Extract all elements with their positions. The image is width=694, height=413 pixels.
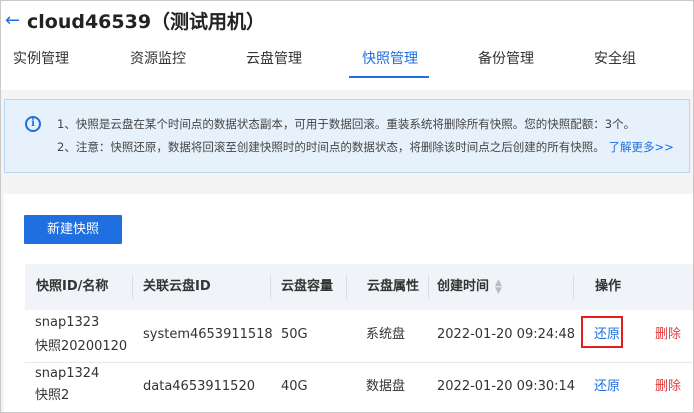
page-title: cloud46539（测试用机） bbox=[27, 11, 266, 33]
notice-line-1: 1、快照是云盘在某个时间点的数据状态副本，可用于数据回滚。重装系统将删除所有快照… bbox=[57, 117, 636, 131]
disk-attribute: 系统盘 bbox=[366, 327, 406, 342]
table-row: snap1323 快照20200120 system4653911518 50G… bbox=[25, 310, 693, 363]
tab-bar: 实例管理 资源监控 云盘管理 快照管理 备份管理 安全组 bbox=[1, 45, 693, 78]
disk-attribute: 数据盘 bbox=[366, 379, 406, 394]
snapshot-id: snap1323 bbox=[35, 315, 100, 330]
create-snapshot-button[interactable]: 新建快照 bbox=[24, 215, 122, 244]
tab-security-group[interactable]: 安全组 bbox=[594, 45, 636, 78]
restore-link[interactable]: 还原 bbox=[594, 375, 620, 399]
column-separator bbox=[132, 275, 133, 299]
info-circle-icon: i bbox=[25, 116, 41, 132]
tab-backup-management[interactable]: 备份管理 bbox=[478, 45, 534, 78]
header-capacity: 云盘容量 bbox=[281, 279, 334, 294]
active-tab-indicator bbox=[349, 76, 429, 78]
page-header: ← cloud46539（测试用机） 实例管理 资源监控 云盘管理 快照管理 备… bbox=[1, 1, 693, 90]
column-separator bbox=[270, 275, 271, 299]
created-time: 2022-01-20 09:24:48 bbox=[437, 327, 576, 342]
header-created-time-label: 创建时间 bbox=[437, 279, 490, 294]
learn-more-link[interactable]: 了解更多>> bbox=[608, 140, 673, 154]
table-row: snap1324 快照2 data4653911520 40G 数据盘 2022… bbox=[25, 363, 693, 412]
snapshot-name: 快照20200120 bbox=[35, 339, 128, 354]
header-created-time[interactable]: 创建时间 ▲ ▼ bbox=[437, 264, 502, 310]
table-header: 快照ID/名称 关联云盘ID 云盘容量 云盘属性 创建时间 ▲ ▼ 操作 bbox=[25, 264, 693, 310]
tab-instance-management[interactable]: 实例管理 bbox=[13, 45, 69, 78]
delete-link[interactable]: 删除 bbox=[655, 375, 681, 399]
column-separator bbox=[428, 275, 429, 299]
column-separator bbox=[573, 275, 574, 299]
column-separator bbox=[346, 275, 347, 299]
disk-capacity: 40G bbox=[281, 379, 308, 394]
created-time: 2022-01-20 09:30:14 bbox=[437, 379, 576, 394]
disk-id: data4653911520 bbox=[143, 379, 255, 394]
sort-icon[interactable]: ▲ ▼ bbox=[495, 278, 502, 295]
disk-id: system4653911518 bbox=[143, 327, 273, 342]
tab-resource-monitoring[interactable]: 资源监控 bbox=[130, 45, 186, 78]
info-notice: i 1、快照是云盘在某个时间点的数据状态副本，可用于数据回滚。重装系统将删除所有… bbox=[4, 99, 690, 173]
tab-disk-management[interactable]: 云盘管理 bbox=[246, 45, 302, 78]
header-actions: 操作 bbox=[595, 279, 622, 294]
header-disk-id: 关联云盘ID bbox=[143, 279, 211, 294]
header-attribute: 云盘属性 bbox=[367, 279, 420, 294]
restore-link[interactable]: 还原 bbox=[594, 323, 620, 347]
snapshot-id: snap1324 bbox=[35, 366, 100, 381]
arrow-left-icon[interactable]: ← bbox=[5, 10, 23, 32]
header-snapshot-id: 快照ID/名称 bbox=[36, 279, 109, 294]
snapshot-panel: 新建快照 快照ID/名称 关联云盘ID 云盘容量 云盘属性 创建时间 ▲ ▼ 操作 … bbox=[4, 194, 693, 412]
notice-line-2: 2、注意：快照还原，数据将回滚至创建快照时的时间点的数据状态，将删除该时间点之后… bbox=[57, 138, 674, 156]
tab-snapshot-management[interactable]: 快照管理 bbox=[362, 45, 418, 78]
notice-line-2-text: 2、注意：快照还原，数据将回滚至创建快照时的时间点的数据状态，将删除该时间点之后… bbox=[57, 140, 605, 154]
disk-capacity: 50G bbox=[281, 327, 308, 342]
app-window: ← cloud46539（测试用机） 实例管理 资源监控 云盘管理 快照管理 备… bbox=[0, 0, 694, 413]
snapshot-name: 快照2 bbox=[35, 388, 70, 403]
delete-link[interactable]: 删除 bbox=[655, 323, 681, 347]
